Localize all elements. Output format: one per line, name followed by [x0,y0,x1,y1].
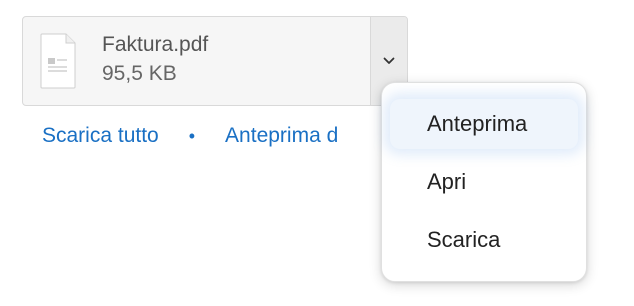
attachment-dropdown-menu: Anteprima Apri Scarica [381,82,587,282]
menu-item-label: Scarica [427,227,501,252]
menu-item-open[interactable]: Apri [382,153,586,211]
pdf-document-icon [40,33,76,89]
file-name: Faktura.pdf [102,33,209,56]
attachment-card: Faktura.pdf 95,5 KB [22,16,408,106]
email-attachment-area: Faktura.pdf 95,5 KB Scarica tutto • Ante… [0,0,634,306]
menu-item-download[interactable]: Scarica [382,211,586,269]
menu-item-label: Anteprima [427,111,528,136]
attachment-links: Scarica tutto • Anteprima d [42,121,338,151]
download-all-link[interactable]: Scarica tutto [42,124,159,148]
menu-item-preview[interactable]: Anteprima [382,95,586,153]
menu-item-label: Apri [427,169,467,194]
file-info: Faktura.pdf 95,5 KB [102,33,208,89]
file-size: 95,5 KB [102,62,177,85]
link-separator: • [188,125,196,146]
attachment-open-area[interactable]: Faktura.pdf 95,5 KB [23,17,370,105]
chevron-down-icon [383,57,395,64]
preview-all-link[interactable]: Anteprima d [225,124,338,148]
